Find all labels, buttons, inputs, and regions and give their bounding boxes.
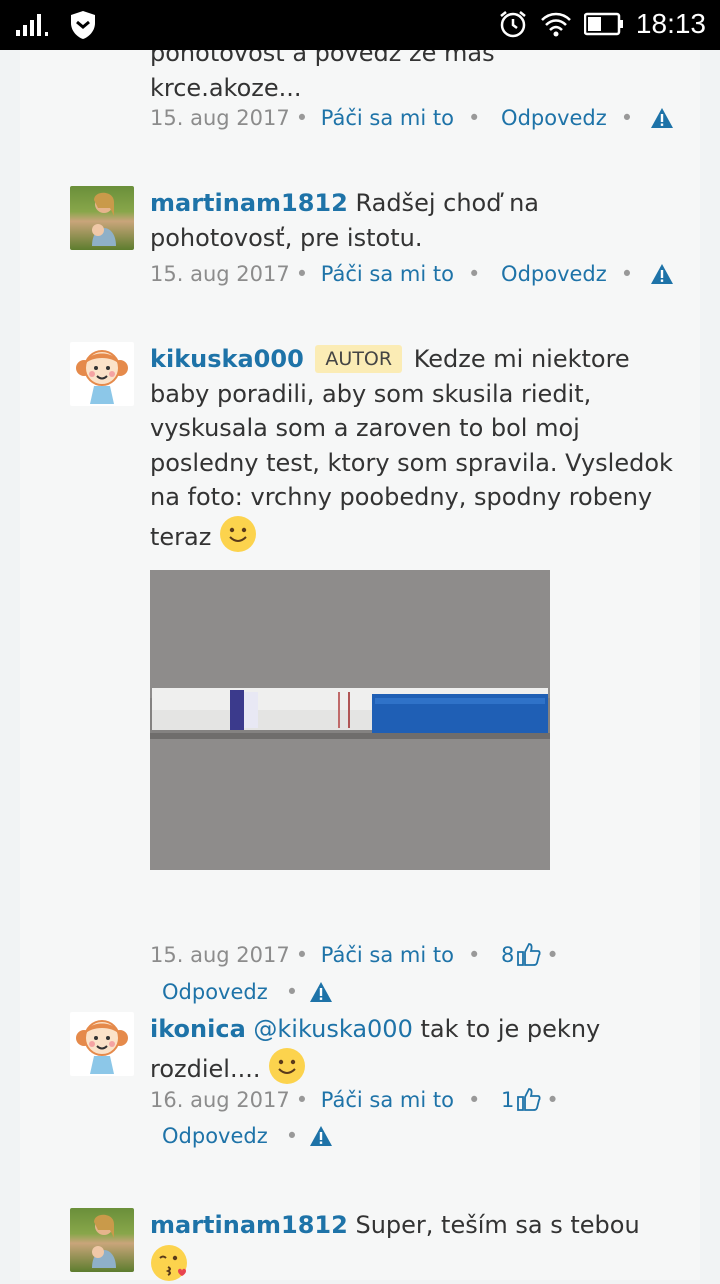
pregnancy-test-photo-icon [150, 570, 550, 870]
username-link[interactable]: martinam1812 [150, 189, 348, 217]
like-count[interactable]: 1 [501, 1088, 514, 1112]
separator: • [546, 943, 559, 967]
report-warning-icon[interactable] [650, 263, 674, 285]
separator: • [285, 1124, 299, 1148]
reply-button[interactable]: Odpovedz [501, 106, 607, 130]
thumbs-up-icon[interactable] [516, 1086, 542, 1112]
comment-date: 16. aug 2017 [150, 1088, 290, 1112]
attached-photo[interactable] [150, 570, 550, 870]
separator: • [467, 106, 481, 130]
author-badge: AUTOR [315, 345, 403, 373]
like-button[interactable]: Páči sa mi to [321, 262, 454, 286]
alarm-icon [500, 11, 526, 38]
comment-meta-second-row: Odpovedz • [162, 974, 333, 1010]
battery-icon [583, 12, 623, 36]
avatar-photo-icon [92, 192, 116, 246]
clock: 18:13 [635, 8, 706, 39]
separator: • [620, 262, 634, 286]
kiss-emoji-icon [151, 1244, 187, 1281]
avatar[interactable] [70, 186, 134, 250]
like-button[interactable]: Páči sa mi to [321, 1088, 454, 1112]
like-count[interactable]: 8 [501, 943, 514, 967]
comment-meta: 15. aug 2017 • Páči sa mi to • Odpovedz • [150, 100, 674, 136]
separator: • [467, 943, 481, 967]
signal-icon [16, 14, 48, 36]
separator: • [620, 106, 634, 130]
shield-icon [71, 11, 95, 39]
separator: • [467, 1088, 481, 1112]
comment-meta: 15. aug 2017 • Páči sa mi to • 8 • [150, 937, 565, 973]
separator: • [295, 943, 309, 967]
smiley-emoji-icon [220, 515, 256, 552]
comment-text: kikuska000 AUTOR Kedze mi niektore baby … [150, 342, 680, 554]
reply-button[interactable]: Odpovedz [162, 1124, 268, 1148]
report-warning-icon[interactable] [309, 1125, 333, 1147]
comment-text: martinam1812 Super, teším sa s tebou [150, 1208, 680, 1284]
comment-meta: 15. aug 2017 • Páči sa mi to • Odpovedz • [150, 256, 674, 292]
avatar-photo-icon [92, 1214, 116, 1268]
comment-date: 15. aug 2017 [150, 943, 290, 967]
username-link[interactable]: martinam1812 [150, 1211, 348, 1239]
comment-date: 15. aug 2017 [150, 106, 290, 130]
comment-meta: 16. aug 2017 • Páči sa mi to • 1 • [150, 1082, 565, 1118]
avatar[interactable] [70, 1208, 134, 1272]
separator: • [467, 262, 481, 286]
thumbs-up-icon[interactable] [516, 941, 542, 967]
avatar-cartoon-girl-icon [76, 1020, 128, 1074]
wifi-icon [541, 12, 571, 37]
avatar-cartoon-girl-icon [76, 350, 128, 404]
separator: • [295, 106, 309, 130]
avatar[interactable] [70, 342, 134, 406]
comment-text: martinam1812 Radšej choď na pohotovosť, … [150, 186, 680, 255]
comment-meta-second-row: Odpovedz • [162, 1118, 333, 1154]
comment-body: Super, teším sa s tebou [355, 1211, 640, 1239]
separator: • [546, 1088, 559, 1112]
status-bar: 18:13 [0, 0, 720, 50]
username-link[interactable]: ikonica [150, 1015, 246, 1043]
separator: • [285, 980, 299, 1004]
avatar[interactable] [70, 1012, 134, 1076]
reply-button[interactable]: Odpovedz [162, 980, 268, 1004]
comment-date: 15. aug 2017 [150, 262, 290, 286]
mention-link[interactable]: @kikuska000 [253, 1015, 412, 1043]
comment-text: ikonica @kikuska000 tak to je pekny rozd… [150, 1012, 680, 1086]
separator: • [295, 262, 309, 286]
report-warning-icon[interactable] [650, 107, 674, 129]
smiley-emoji-icon [269, 1047, 306, 1084]
reply-button[interactable]: Odpovedz [501, 262, 607, 286]
username-link[interactable]: kikuska000 [150, 345, 304, 373]
separator: • [295, 1088, 309, 1112]
like-button[interactable]: Páči sa mi to [321, 106, 454, 130]
like-button[interactable]: Páči sa mi to [321, 943, 454, 967]
comment-list[interactable]: pohotovosť a povedz že máš krce.akoze...… [20, 39, 700, 1281]
report-warning-icon[interactable] [309, 981, 333, 1003]
